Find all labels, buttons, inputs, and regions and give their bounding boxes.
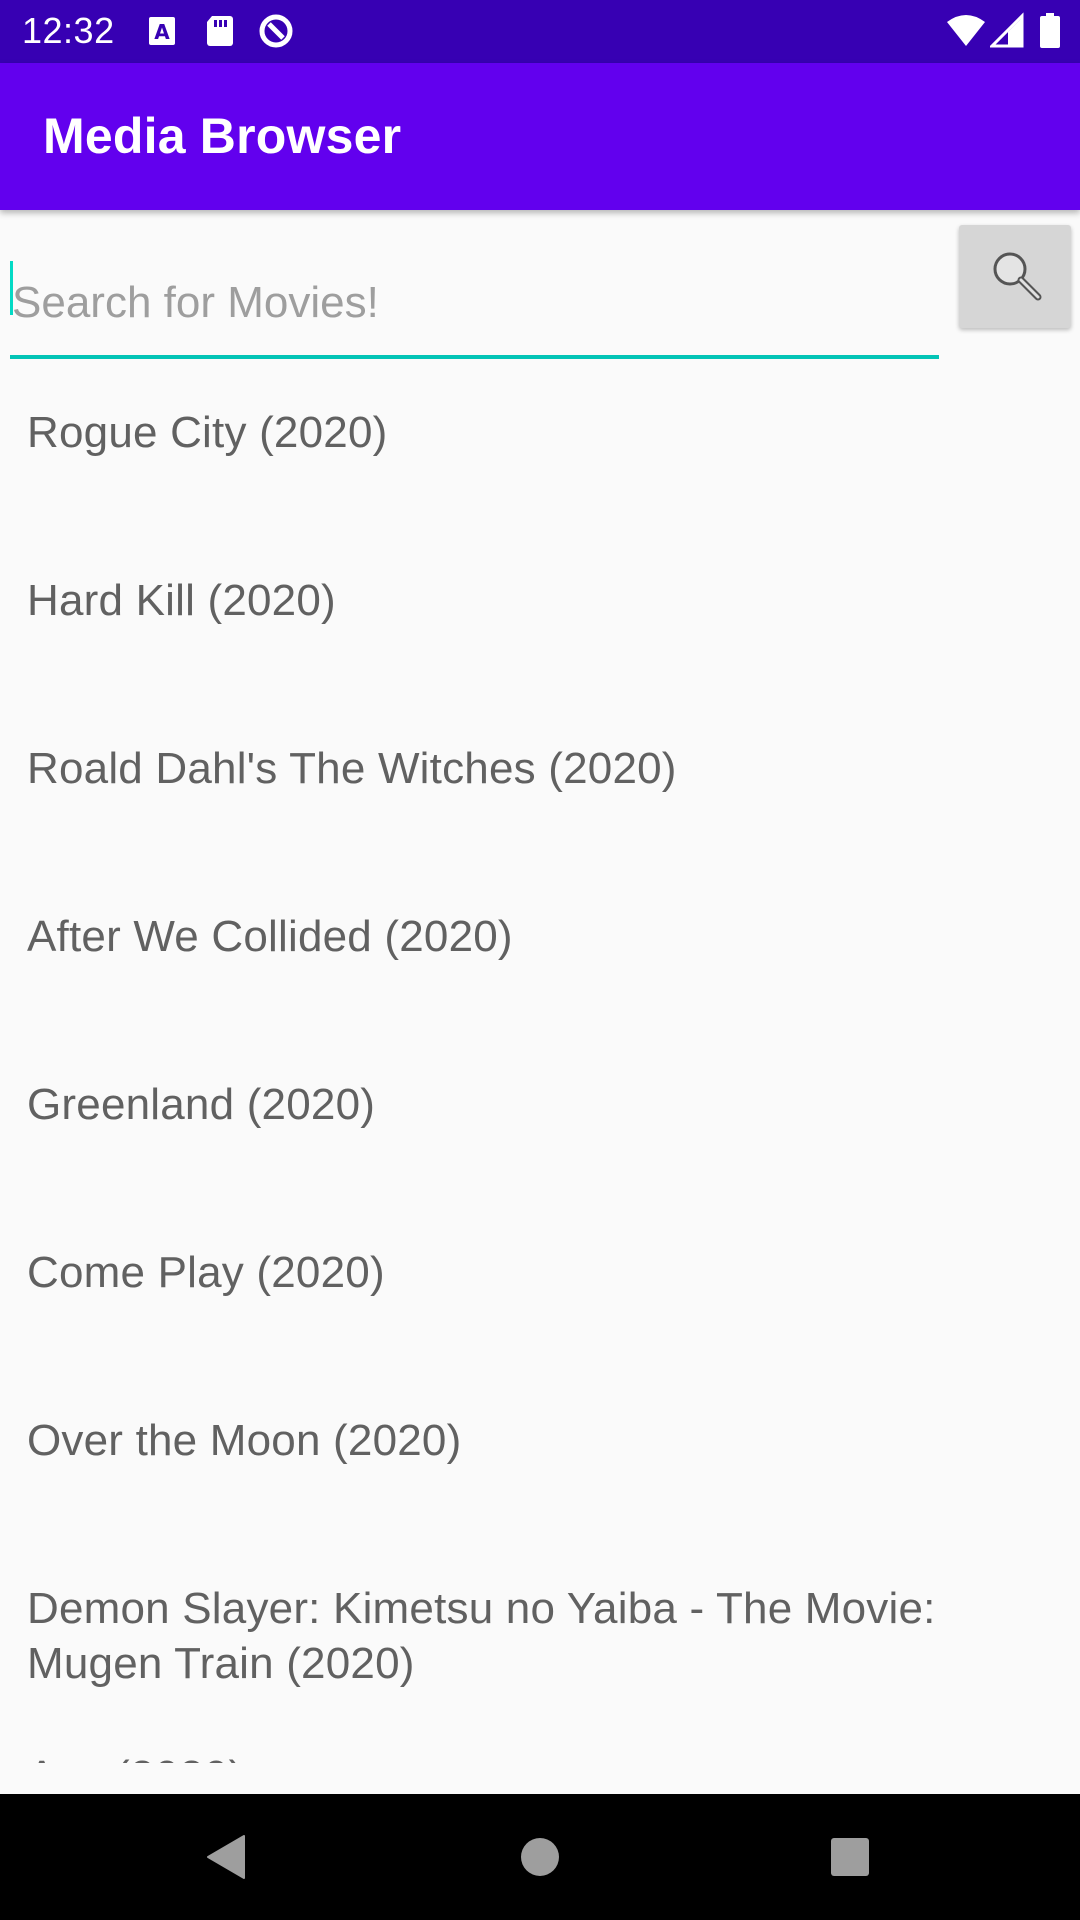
search-field[interactable] [10, 250, 939, 360]
app-title: Media Browser [43, 108, 402, 164]
back-button[interactable] [146, 1794, 306, 1920]
list-item[interactable]: Come Play (2020) [27, 1245, 1047, 1300]
data-saver-icon [257, 12, 295, 50]
status-bar: 12:32 A [0, 0, 1080, 63]
wifi-icon [946, 12, 986, 50]
back-icon [207, 1835, 245, 1879]
app-bar: Media Browser [0, 63, 1080, 210]
home-icon [521, 1838, 559, 1876]
movie-list[interactable]: Rogue City (2020) Hard Kill (2020) Roald… [0, 370, 1080, 1763]
text-cursor [10, 261, 13, 315]
signal-icon [988, 12, 1024, 50]
list-item[interactable]: Ava (2020) [27, 1749, 1047, 1763]
search-icon [993, 252, 1042, 301]
recents-button[interactable] [770, 1794, 930, 1920]
search-button[interactable] [959, 225, 1071, 328]
list-item[interactable]: Hard Kill (2020) [27, 573, 1047, 628]
battery-icon [1038, 12, 1062, 50]
home-button[interactable] [460, 1794, 620, 1920]
sd-card-icon [202, 12, 240, 50]
search-input[interactable] [10, 250, 939, 356]
list-item[interactable]: Demon Slayer: Kimetsu no Yaiba - The Mov… [27, 1581, 1047, 1691]
navigation-bar [0, 1794, 1080, 1920]
list-item[interactable]: Rogue City (2020) [27, 405, 1047, 460]
list-item[interactable]: After We Collided (2020) [27, 909, 1047, 964]
list-item[interactable]: Greenland (2020) [27, 1077, 1047, 1132]
status-time: 12:32 [22, 10, 115, 51]
recents-icon [831, 1838, 869, 1876]
svg-text:A: A [154, 20, 170, 44]
search-underline [10, 355, 939, 359]
list-item[interactable]: Over the Moon (2020) [27, 1413, 1047, 1468]
text-a-icon: A [146, 12, 184, 50]
list-item[interactable]: Roald Dahl's The Witches (2020) [27, 741, 1047, 796]
